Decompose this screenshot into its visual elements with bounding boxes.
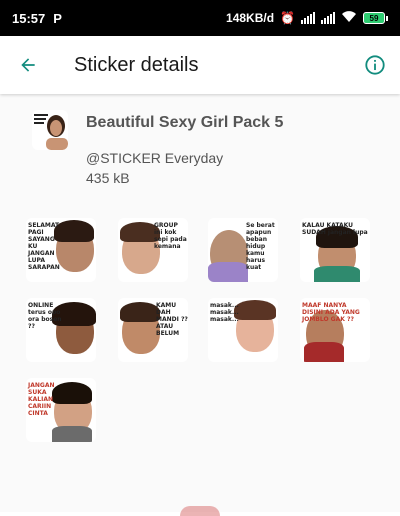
network-speed: 148KB/d [226,11,275,25]
wifi-icon [341,10,357,26]
sticker-item-1[interactable]: SELAMAT PAGI SAYANG KU JANGAN LUPA SARAP… [26,218,96,282]
sticker-item-8[interactable]: MAAF NANYA DISINI ADA YANG JOMBLO GAK ?? [300,298,370,362]
sticker-caption: JANGAN SUKA KALIAN CARIIN CINTA [28,382,55,417]
arrow-left-icon [21,58,35,72]
battery-level: 59 [363,12,385,24]
sticker-caption: GROUP ini kok sepi pada kemana [154,222,187,250]
battery-icon: 59 [363,12,388,24]
sticker-item-9[interactable]: JANGAN SUKA KALIAN CARIIN CINTA [26,378,96,442]
sticker-caption: MAAF NANYA DISINI ADA YANG JOMBLO GAK ?? [302,302,360,323]
sticker-item-4[interactable]: KALAU KATAKU SUDAH jangan lupa [300,218,370,282]
page-title: Sticker details [74,53,199,76]
sticker-caption: Se berat apapun beban hidup kamu harus k… [246,222,275,271]
pack-tray-icon [32,110,68,150]
info-button[interactable] [350,36,400,94]
pack-name: Beautiful Sexy Girl Pack 5 [86,114,284,131]
signal-icon-1 [301,12,315,24]
sticker-details-content: Beautiful Sexy Girl Pack 5 @STICKER Ever… [0,94,400,516]
parking-app-icon: P [53,10,62,26]
sticker-item-3[interactable]: Se berat apapun beban hidup kamu harus k… [208,218,278,282]
back-button[interactable] [0,36,56,94]
app-bar: Sticker details [0,36,400,94]
sticker-item-2[interactable]: GROUP ini kok sepi pada kemana [118,218,188,282]
sticker-item-7[interactable]: masak... masak... masak... [208,298,278,362]
status-time: 15:57 [12,10,46,26]
status-bar: 15:57 P 148KB/d ⏰ 59 [0,0,400,36]
add-to-whatsapp-button[interactable] [180,506,220,516]
sticker-caption: SELAMAT PAGI SAYANG KU JANGAN LUPA SARAP… [28,222,60,271]
alarm-icon: ⏰ [280,11,295,25]
sticker-caption: KAMU DAH MANDI ?? ATAU BELUM [156,302,188,337]
sticker-item-6[interactable]: KAMU DAH MANDI ?? ATAU BELUM [118,298,188,362]
sticker-caption: masak... masak... masak... [210,302,239,323]
sticker-item-5[interactable]: ONLINE terus opo ora bosen ?? [26,298,96,362]
signal-icon-2 [321,12,335,24]
pack-publisher: @STICKER Everyday [86,150,224,166]
sticker-caption: KALAU KATAKU SUDAH jangan lupa [302,222,368,236]
info-icon [365,55,385,75]
sticker-caption: ONLINE terus opo ora bosen ?? [28,302,62,330]
pack-size: 435 kB [86,170,130,186]
